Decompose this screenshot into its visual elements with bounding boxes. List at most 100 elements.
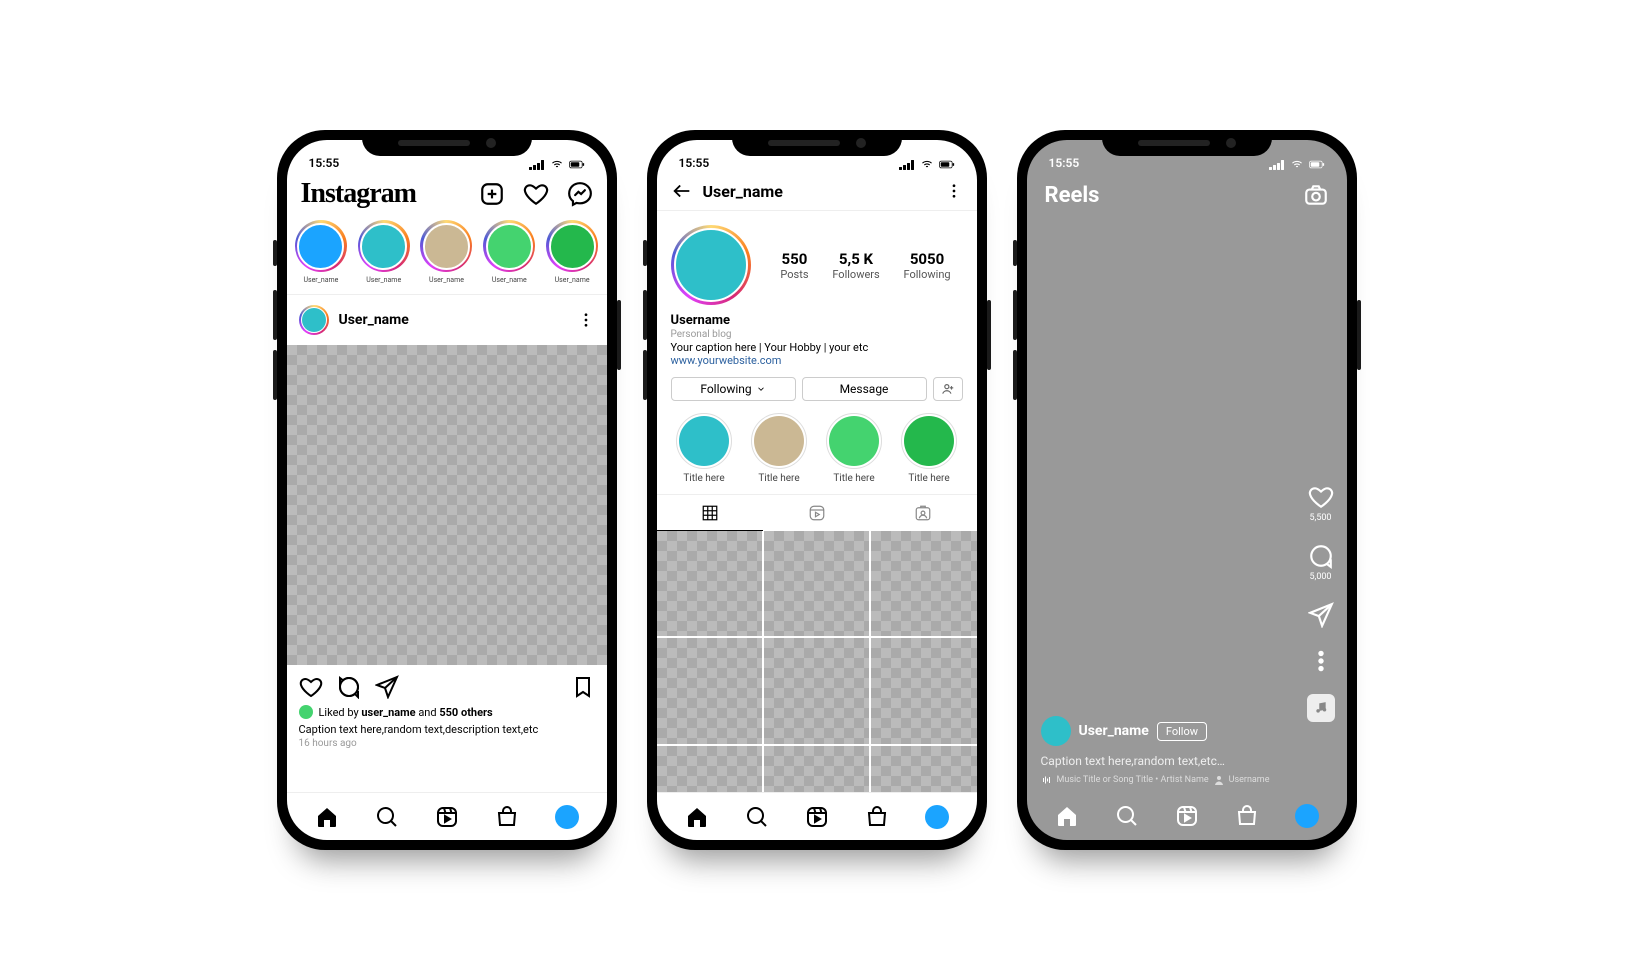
grid-item[interactable] xyxy=(657,638,762,743)
phone-profile-mockup: 15:55 User_name 550Posts 5,5 KFollowers … xyxy=(647,130,987,850)
status-time: 15:55 xyxy=(309,156,340,170)
grid-item[interactable] xyxy=(871,746,976,792)
grid-item[interactable] xyxy=(764,638,869,743)
reels-more[interactable] xyxy=(1308,648,1334,674)
stat-posts[interactable]: 550Posts xyxy=(780,250,808,281)
grid-item[interactable] xyxy=(657,531,762,636)
home-icon[interactable] xyxy=(315,805,339,829)
signal-icon xyxy=(1269,160,1284,170)
grid-item[interactable] xyxy=(764,531,869,636)
wifi-icon xyxy=(1289,159,1305,170)
wifi-icon xyxy=(919,159,935,170)
heart-icon xyxy=(1308,484,1334,510)
search-icon[interactable] xyxy=(745,805,769,829)
bottom-nav xyxy=(657,792,977,840)
profile-nav-avatar[interactable] xyxy=(555,805,579,829)
bio-category: Personal blog xyxy=(671,329,963,340)
reels-icon[interactable] xyxy=(1175,804,1199,828)
highlight-item[interactable]: Title here xyxy=(901,413,957,484)
like-icon[interactable] xyxy=(299,675,323,699)
tab-reels[interactable] xyxy=(763,495,870,531)
search-icon[interactable] xyxy=(1115,804,1139,828)
grid-item[interactable] xyxy=(657,746,762,792)
profile-nav-avatar[interactable] xyxy=(925,805,949,829)
highlight-item[interactable]: Title here xyxy=(826,413,882,484)
profile-picture[interactable] xyxy=(671,225,751,305)
wifi-icon xyxy=(549,159,565,170)
like-row: Liked by user_name and 550 others xyxy=(299,705,595,719)
tab-tagged[interactable] xyxy=(870,495,977,531)
follow-button[interactable]: Follow xyxy=(1157,722,1207,741)
grid-item[interactable] xyxy=(764,746,869,792)
bottom-nav xyxy=(1027,792,1347,840)
reels-avatar[interactable] xyxy=(1041,716,1071,746)
messenger-icon[interactable] xyxy=(567,181,593,207)
more-options-icon xyxy=(1308,648,1334,674)
message-button[interactable]: Message xyxy=(802,377,927,401)
bio-text: Your caption here | Your Hobby | your et… xyxy=(671,341,963,354)
home-icon[interactable] xyxy=(1055,804,1079,828)
reels-comment[interactable]: 5,000 xyxy=(1308,543,1334,582)
home-icon[interactable] xyxy=(685,805,709,829)
reels-side-actions: 5,500 5,000 xyxy=(1307,484,1335,722)
comment-icon[interactable] xyxy=(337,675,361,699)
status-time: 15:55 xyxy=(679,156,710,170)
stat-following[interactable]: 5050Following xyxy=(904,250,951,281)
highlight-item[interactable]: Title here xyxy=(751,413,807,484)
reels-caption: Caption text here,random text,etc… xyxy=(1041,754,1333,768)
heart-icon[interactable] xyxy=(523,181,549,207)
reels-like[interactable]: 5,500 xyxy=(1308,484,1334,523)
bookmark-icon[interactable] xyxy=(571,675,595,699)
share-icon[interactable] xyxy=(375,675,399,699)
battery-icon xyxy=(1309,159,1325,170)
profile-nav-avatar[interactable] xyxy=(1295,804,1319,828)
suggested-users-button[interactable] xyxy=(933,377,963,401)
camera-icon[interactable] xyxy=(1303,182,1329,208)
stories-row[interactable]: User_nameUser_nameUser_nameUser_nameUser… xyxy=(287,220,607,295)
following-button[interactable]: Following xyxy=(671,377,796,401)
new-post-icon[interactable] xyxy=(479,181,505,207)
stat-followers[interactable]: 5,5 KFollowers xyxy=(832,250,879,281)
status-time: 15:55 xyxy=(1049,156,1080,170)
post-media[interactable] xyxy=(287,345,607,665)
grid-item[interactable] xyxy=(871,531,976,636)
story-item[interactable]: User_name xyxy=(483,220,536,284)
liked-by-others[interactable]: 550 others xyxy=(439,706,492,719)
tab-grid[interactable] xyxy=(657,495,764,531)
profile-info: 550Posts 5,5 KFollowers 5050Following xyxy=(657,211,977,313)
battery-icon xyxy=(569,159,585,170)
feed-header: Instagram xyxy=(287,172,607,220)
reels-icon[interactable] xyxy=(435,805,459,829)
grid-item[interactable] xyxy=(871,638,976,743)
back-icon[interactable] xyxy=(671,180,693,202)
story-item[interactable]: User_name xyxy=(295,220,348,284)
more-options-icon[interactable] xyxy=(945,182,963,200)
reels-share[interactable] xyxy=(1308,602,1334,628)
story-item[interactable]: User_name xyxy=(357,220,410,284)
shop-icon[interactable] xyxy=(495,805,519,829)
bottom-nav xyxy=(287,792,607,840)
search-icon[interactable] xyxy=(375,805,399,829)
reels-info: User_name Follow Caption text here,rando… xyxy=(1041,716,1333,786)
shop-icon[interactable] xyxy=(1235,804,1259,828)
story-item[interactable]: User_name xyxy=(420,220,473,284)
post-actions xyxy=(287,665,607,705)
liked-by-user[interactable]: user_name xyxy=(361,706,415,719)
reels-icon[interactable] xyxy=(805,805,829,829)
profile-title: User_name xyxy=(703,182,783,201)
reels-username[interactable]: User_name xyxy=(1079,723,1149,739)
highlight-item[interactable]: Title here xyxy=(676,413,732,484)
shop-icon[interactable] xyxy=(865,805,889,829)
more-options-icon[interactable] xyxy=(577,311,595,329)
bio-section: Username Personal blog Your caption here… xyxy=(657,313,977,367)
reels-video-area[interactable]: 5,500 5,000 User_nam xyxy=(1027,214,1347,792)
signal-icon xyxy=(529,160,544,170)
highlights-row: Title here Title here Title here Title here xyxy=(657,409,977,494)
story-item[interactable]: User_name xyxy=(546,220,599,284)
post-username[interactable]: User_name xyxy=(339,312,409,328)
phone-reels-mockup: 15:55 Reels 5,500 5,000 xyxy=(1017,130,1357,850)
bio-link[interactable]: www.yourwebsite.com xyxy=(671,354,963,367)
post-avatar[interactable] xyxy=(299,305,329,335)
reels-music-row[interactable]: Music Title or Song Title • Artist Name … xyxy=(1041,774,1333,786)
battery-icon xyxy=(939,159,955,170)
